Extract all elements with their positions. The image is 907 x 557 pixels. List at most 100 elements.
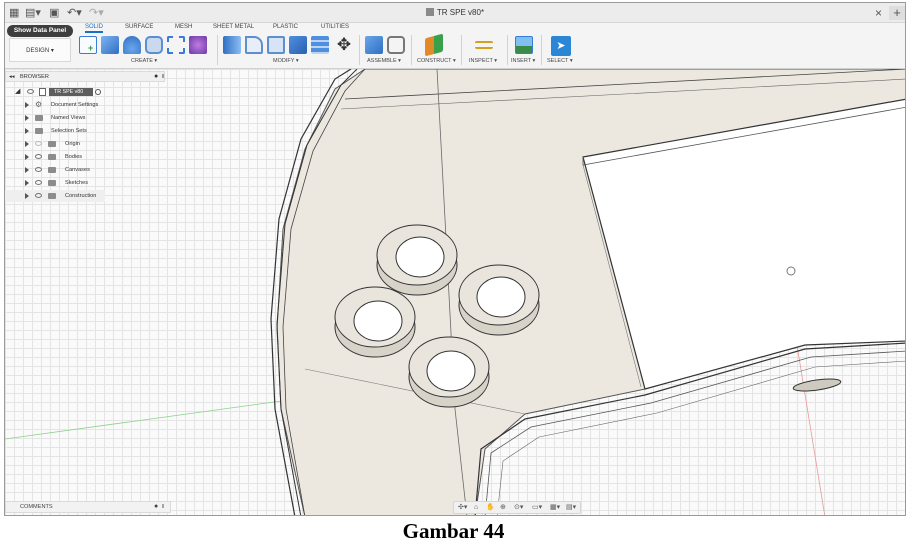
- browser-item-label: Canvases: [65, 167, 90, 173]
- visibility-eye-icon[interactable]: [35, 193, 42, 198]
- toolbar-divider: [541, 35, 542, 65]
- visibility-eye-icon[interactable]: [27, 89, 34, 94]
- grid-icon[interactable]: ▤▾: [566, 502, 576, 513]
- browser-item[interactable]: Named Views: [5, 112, 165, 124]
- hidden-eye-icon[interactable]: [35, 141, 42, 146]
- fillet-icon[interactable]: [245, 36, 263, 54]
- tab-sheet-metal[interactable]: SHEET METAL: [213, 24, 254, 30]
- expand-arrow-icon[interactable]: [25, 102, 29, 108]
- browser-item-label: Named Views: [51, 115, 86, 121]
- look-at-icon[interactable]: ⌂: [474, 502, 478, 513]
- navigation-bar: ✣▾ ⌂ ✋ ⊕ ⊙▾ ▭▾ ▦▾ ▤▾: [453, 501, 581, 514]
- pan-icon[interactable]: ✋: [486, 502, 495, 513]
- document-cube-icon: [425, 8, 434, 16]
- expand-arrow-icon[interactable]: [25, 141, 29, 147]
- browser-item[interactable]: ⚙ Document Settings: [5, 99, 165, 111]
- tab-surface[interactable]: SURFACE: [125, 24, 153, 30]
- expand-arrow-icon[interactable]: [25, 154, 29, 160]
- toolbar-divider: [507, 35, 508, 65]
- orbit-icon[interactable]: ✣▾: [458, 502, 467, 513]
- browser-panel: ◂◂ BROWSER ● ‖ ◢ TR SPE v80 ⚙ Document S…: [5, 71, 165, 202]
- select-group-label[interactable]: SELECT ▾: [547, 58, 573, 64]
- select-cursor-icon[interactable]: ➤: [551, 36, 571, 56]
- comments-panel[interactable]: COMMENTS ● ‖: [5, 501, 171, 513]
- new-tab-button[interactable]: +: [889, 6, 905, 20]
- folder-icon: [35, 115, 43, 121]
- fusion-app-window: ▦ ▤▾ ▣ ↶▾ ↷▾ TR SPE v80* × + Show Data P…: [4, 2, 906, 516]
- offset-plane-icon[interactable]: [425, 33, 443, 57]
- browser-item[interactable]: Construction: [5, 190, 105, 202]
- browser-header[interactable]: ◂◂ BROWSER ● ‖: [5, 71, 165, 82]
- show-data-panel-button[interactable]: Show Data Panel: [7, 25, 73, 37]
- move-icon[interactable]: ✥: [335, 36, 353, 54]
- collapse-browser-icon[interactable]: ◂◂: [9, 72, 15, 82]
- activate-radio-icon[interactable]: [95, 89, 101, 95]
- create-group-label[interactable]: CREATE ▾: [131, 58, 157, 64]
- expand-arrow-icon[interactable]: [25, 167, 29, 173]
- revolve-icon[interactable]: [123, 36, 141, 54]
- pattern-icon[interactable]: [167, 36, 185, 54]
- document-title: TR SPE v80*: [436, 8, 485, 17]
- tab-mesh[interactable]: MESH: [175, 24, 192, 30]
- folder-icon: [48, 141, 56, 147]
- tab-solid[interactable]: SOLID: [85, 24, 104, 33]
- workspace-selector[interactable]: DESIGN ▾: [9, 38, 71, 62]
- comments-add-icon[interactable]: ●: [154, 502, 158, 512]
- folder-icon: [48, 180, 56, 186]
- browser-pin-icon[interactable]: ●: [154, 72, 158, 82]
- close-tab-button[interactable]: ×: [875, 6, 882, 20]
- press-pull-icon[interactable]: [223, 36, 241, 54]
- combine-icon[interactable]: [311, 36, 329, 54]
- create-sketch-icon[interactable]: +: [79, 36, 97, 54]
- browser-item[interactable]: Origin: [5, 138, 165, 150]
- form-icon[interactable]: [189, 36, 207, 54]
- browser-root-row[interactable]: ◢ TR SPE v80: [5, 86, 165, 98]
- insert-group-label[interactable]: INSERT ▾: [511, 58, 535, 64]
- browser-resize-icon[interactable]: ‖: [162, 72, 164, 82]
- visibility-eye-icon[interactable]: [35, 154, 42, 159]
- expand-arrow-icon[interactable]: [25, 128, 29, 134]
- toolbar-divider: [411, 35, 412, 65]
- tab-plastic[interactable]: PLASTIC: [273, 24, 298, 30]
- speaker-slot: [792, 378, 842, 392]
- tab-utilities[interactable]: UTILITIES: [321, 24, 349, 30]
- title-bar: ▦ ▤▾ ▣ ↶▾ ↷▾ TR SPE v80* × +: [5, 3, 905, 23]
- extrude-icon[interactable]: [101, 36, 119, 54]
- construct-group-label[interactable]: CONSTRUCT ▾: [417, 58, 456, 64]
- measure-icon[interactable]: [475, 41, 493, 49]
- browser-item[interactable]: Bodies: [5, 151, 165, 163]
- visual-style-icon[interactable]: ▦▾: [550, 502, 560, 513]
- joint-icon[interactable]: [387, 36, 405, 54]
- display-icon[interactable]: ▭▾: [532, 502, 542, 513]
- folder-icon: [35, 128, 43, 134]
- inspect-group-label[interactable]: INSPECT ▾: [469, 58, 497, 64]
- dpad-button-top: [376, 224, 458, 296]
- comments-resize-icon[interactable]: ‖: [162, 502, 164, 512]
- new-component-icon[interactable]: [365, 36, 383, 54]
- browser-item[interactable]: Canvases: [5, 164, 165, 176]
- expand-arrow-icon[interactable]: [25, 115, 29, 121]
- browser-root-label[interactable]: TR SPE v80: [49, 88, 93, 96]
- browser-title: BROWSER: [20, 74, 49, 80]
- shell-icon[interactable]: [289, 36, 307, 54]
- browser-item-label: Document Settings: [51, 102, 99, 108]
- folder-icon: [48, 193, 56, 199]
- toolbar-divider: [359, 35, 360, 65]
- expand-arrow-icon[interactable]: [25, 180, 29, 186]
- dpad-button-left: [334, 286, 416, 358]
- hole-icon[interactable]: [145, 36, 163, 54]
- assemble-group-label[interactable]: ASSEMBLE ▾: [367, 58, 401, 64]
- chamfer-icon[interactable]: [267, 36, 285, 54]
- browser-item[interactable]: Selection Sets: [5, 125, 165, 137]
- browser-item-label: Selection Sets: [51, 128, 87, 134]
- modify-group-label[interactable]: MODIFY ▾: [273, 58, 299, 64]
- fit-icon[interactable]: ⊙▾: [514, 502, 523, 513]
- expand-arrow-icon[interactable]: [25, 193, 29, 199]
- visibility-eye-icon[interactable]: [35, 180, 42, 185]
- document-tab[interactable]: TR SPE v80*: [5, 6, 905, 20]
- browser-item[interactable]: Sketches: [5, 177, 165, 189]
- visibility-eye-icon[interactable]: [35, 167, 42, 172]
- zoom-icon[interactable]: ⊕: [500, 502, 506, 513]
- insert-image-icon[interactable]: [515, 36, 533, 54]
- root-expand-icon[interactable]: ◢: [15, 86, 20, 98]
